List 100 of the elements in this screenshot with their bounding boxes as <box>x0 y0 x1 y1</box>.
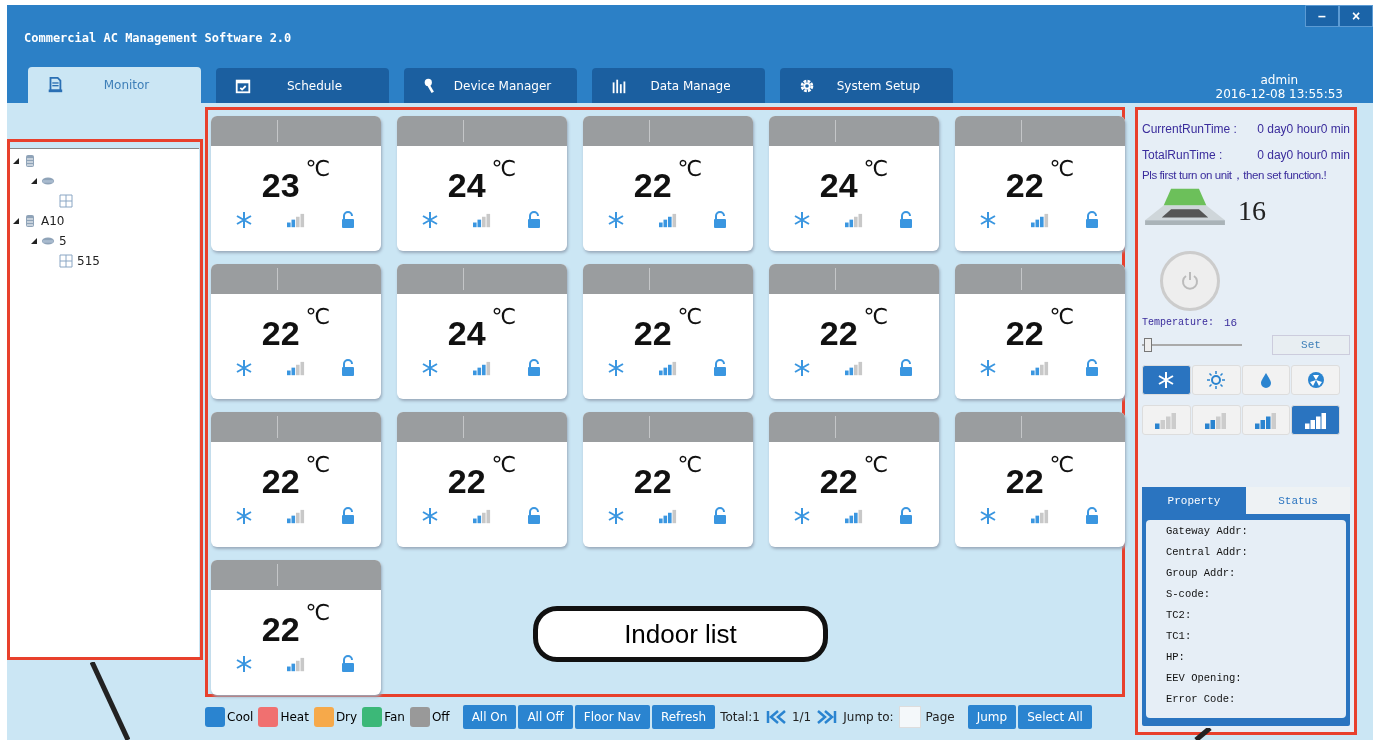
temperature: 22 <box>819 462 858 501</box>
unit-label: ℃ <box>491 452 517 477</box>
temperature: 22 <box>261 462 300 501</box>
nav-tab[interactable]: System Setup <box>780 68 953 103</box>
snowflake-icon <box>235 359 253 377</box>
snowflake-icon <box>979 359 997 377</box>
lock-icon <box>897 507 915 525</box>
action-button[interactable]: Jump <box>967 705 1017 729</box>
fan-speed-icon <box>1303 411 1328 429</box>
grid-icon <box>59 254 73 268</box>
legend-label: Cool <box>227 710 254 724</box>
server-icon <box>23 154 37 168</box>
property-label: Group Addr: <box>1166 566 1237 581</box>
close-button[interactable]: × <box>1339 5 1373 27</box>
lock-icon <box>711 507 729 525</box>
lock-icon <box>711 359 729 377</box>
lock-icon <box>1083 359 1101 377</box>
cool-mode-button[interactable] <box>1142 365 1191 395</box>
unit-card[interactable]: 22 ℃ <box>955 116 1125 251</box>
lock-icon <box>525 211 543 229</box>
fan-speed-button[interactable] <box>1291 405 1340 435</box>
action-button[interactable]: All On <box>462 705 517 729</box>
lock-icon <box>1083 507 1101 525</box>
total-count: Total:1 <box>720 710 760 724</box>
lock-icon <box>897 359 915 377</box>
info-tab[interactable]: Status <box>1246 487 1350 514</box>
action-button[interactable]: Select All <box>1018 705 1092 729</box>
tree-item[interactable]: A10 <box>41 214 65 228</box>
unit-card[interactable]: 22 ℃ <box>583 412 753 547</box>
unit-card[interactable]: 24 ℃ <box>397 116 567 251</box>
property-label: TC1: <box>1166 629 1193 644</box>
temperature: 22 <box>261 314 300 353</box>
unit-label: ℃ <box>491 156 517 181</box>
temperature: 22 <box>261 610 300 649</box>
snowflake-icon <box>793 211 811 229</box>
lock-icon <box>525 507 543 525</box>
nav-tab[interactable]: Device Manager <box>404 68 577 103</box>
nav-tab[interactable]: Schedule <box>216 68 389 103</box>
page-number: 1/1 <box>791 710 812 724</box>
action-button[interactable]: Floor Nav <box>574 705 650 729</box>
unit-card[interactable]: 22 ℃ <box>769 412 939 547</box>
temperature: 22 <box>1005 166 1044 205</box>
temperature: 24 <box>819 166 858 205</box>
run-time-value: 0 day0 hour0 min <box>1257 148 1350 162</box>
property-label: EEV Opening: <box>1166 671 1243 686</box>
unit-card[interactable]: 24 ℃ <box>769 116 939 251</box>
fan-speed-button[interactable] <box>1241 405 1291 435</box>
date-time: 2016-12-08 13:55:53 <box>1215 87 1343 101</box>
snowflake-icon <box>979 211 997 229</box>
fan-speed-button[interactable] <box>1191 405 1241 435</box>
tree-item[interactable]: 515 <box>77 254 100 268</box>
expand-arrow-icon[interactable] <box>13 158 19 164</box>
snowflake-icon <box>421 211 439 229</box>
unit-card[interactable]: 22 ℃ <box>211 264 381 399</box>
lock-icon <box>711 211 729 229</box>
unit-card[interactable]: 22 ℃ <box>211 412 381 547</box>
minimize-button[interactable]: – <box>1305 5 1339 27</box>
temperature: 22 <box>1005 462 1044 501</box>
heat-mode-button[interactable] <box>1191 365 1241 395</box>
legend-label: Dry <box>335 710 358 724</box>
sun-icon <box>1206 370 1227 390</box>
jump-label: Jump to: <box>843 710 894 724</box>
unit-card[interactable]: 22 ℃ <box>769 264 939 399</box>
temperature: 22 <box>1005 314 1044 353</box>
unit-card[interactable]: 22 ℃ <box>955 264 1125 399</box>
slider-thumb[interactable] <box>1143 338 1152 352</box>
unit-card[interactable]: 22 ℃ <box>211 560 381 695</box>
temperature: 22 <box>819 314 858 353</box>
fan-mode-button[interactable] <box>1291 365 1340 395</box>
action-button[interactable]: Refresh <box>651 705 716 729</box>
expand-arrow-icon[interactable] <box>31 178 37 184</box>
unit-label: ℃ <box>863 304 889 329</box>
unit-card[interactable]: 22 ℃ <box>583 264 753 399</box>
tree-item[interactable]: 5 <box>59 234 67 248</box>
snowflake-icon <box>793 359 811 377</box>
action-button[interactable]: All Off <box>518 705 573 729</box>
last-page-icon[interactable] <box>816 709 839 725</box>
unit-card[interactable]: 22 ℃ <box>583 116 753 251</box>
unit-card[interactable]: 23 ℃ <box>211 116 381 251</box>
first-page-icon[interactable] <box>764 709 787 725</box>
leader-line <box>1192 728 1212 740</box>
unit-card[interactable]: 22 ℃ <box>955 412 1125 547</box>
unit-card[interactable]: 24 ℃ <box>397 264 567 399</box>
expand-arrow-icon[interactable] <box>31 238 37 244</box>
property-label: S-code: <box>1166 587 1212 602</box>
set-button[interactable]: Set <box>1272 335 1350 355</box>
expand-arrow-icon[interactable] <box>13 218 19 224</box>
nav-tab[interactable]: Data Manage <box>592 68 765 103</box>
unit-label: ℃ <box>1049 304 1075 329</box>
unit-label: ℃ <box>863 156 889 181</box>
unit-card[interactable]: 22 ℃ <box>397 412 567 547</box>
dry-mode-button[interactable] <box>1241 365 1291 395</box>
doc-icon <box>46 76 64 94</box>
fan-speed-icon <box>1253 411 1278 429</box>
snowflake-icon <box>421 359 439 377</box>
page-input[interactable] <box>898 706 921 728</box>
snowflake-icon <box>235 211 253 229</box>
lock-icon <box>339 211 357 229</box>
snowflake-icon <box>979 507 997 525</box>
lock-icon <box>339 507 357 525</box>
